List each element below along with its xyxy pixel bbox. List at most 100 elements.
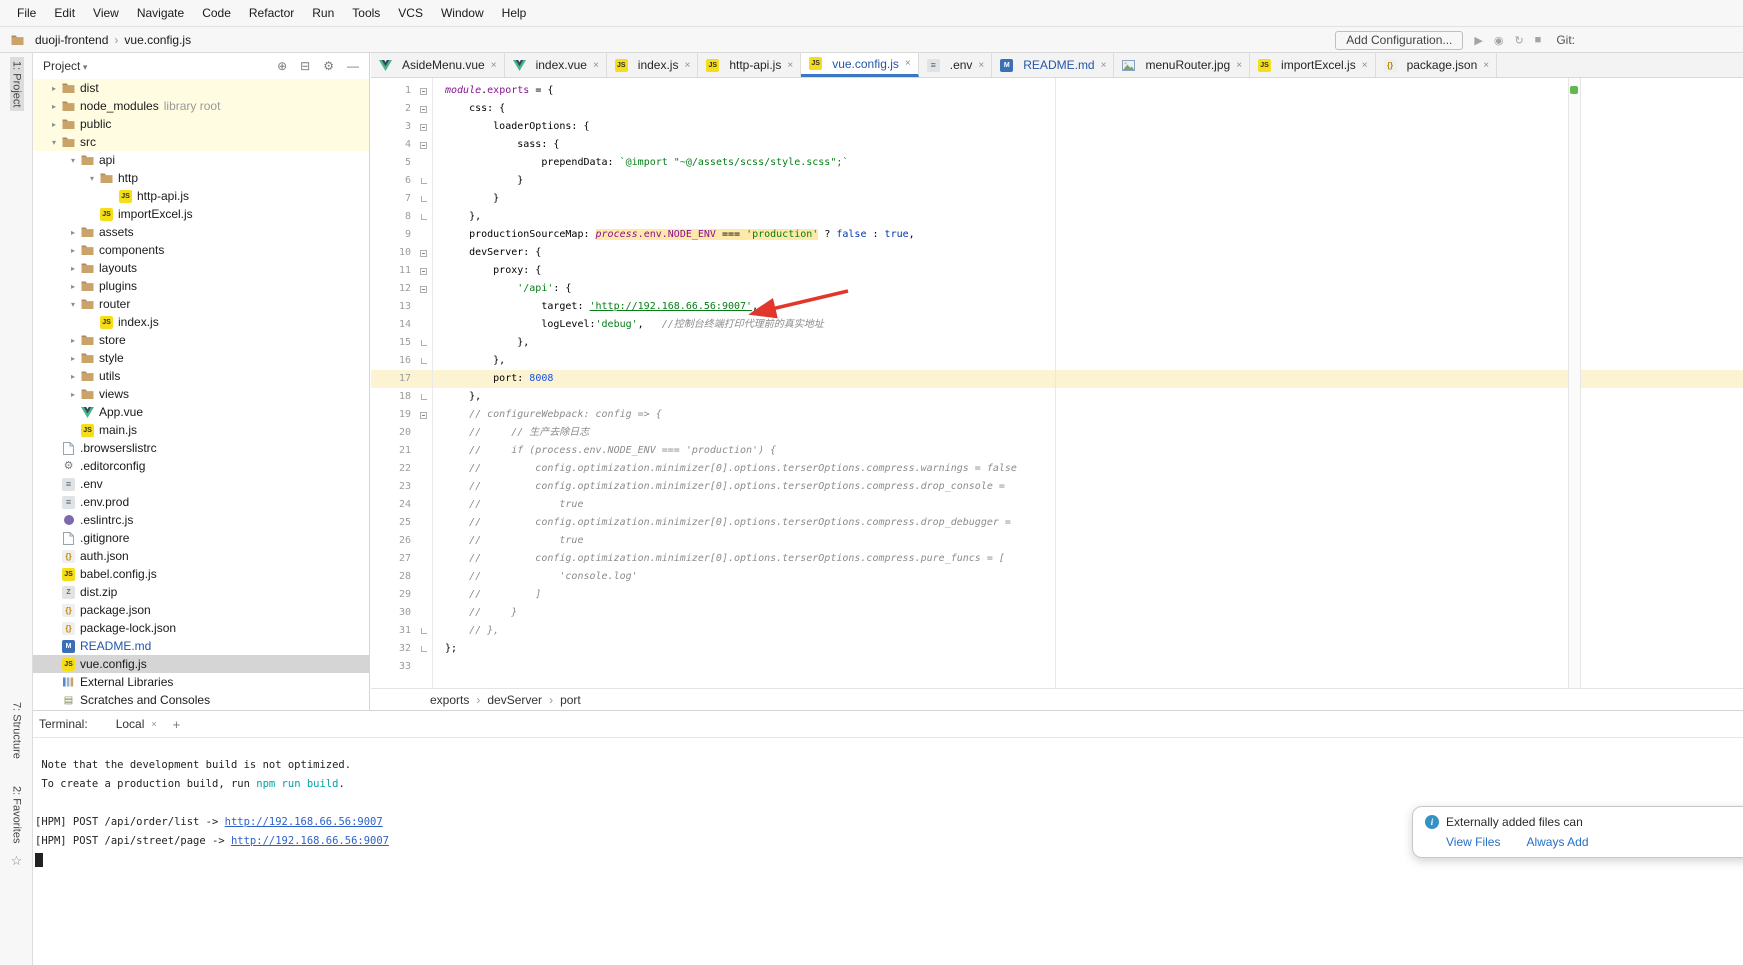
tree-item-store[interactable]: ▸store [33,331,369,349]
code-line-7[interactable]: 7 } [371,190,1743,208]
tree-item-router[interactable]: ▾router [33,295,369,313]
chevron-down-icon[interactable]: ▾ [85,174,99,183]
code-line-16[interactable]: 16 }, [371,352,1743,370]
close-icon[interactable]: × [684,60,690,71]
tree-item-.eslintrc.js[interactable]: .eslintrc.js [33,511,369,529]
breadcrumb-port[interactable]: port [542,693,581,707]
tab-index.js[interactable]: JSindex.js× [607,53,699,77]
tree-item-utils[interactable]: ▸utils [33,367,369,385]
code-line-19[interactable]: 19 // configureWebpack: config => { [371,406,1743,424]
code-line-5[interactable]: 5 prependData: `@import "~@/assets/scss/… [371,154,1743,172]
tree-item-index.js[interactable]: JSindex.js [33,313,369,331]
menu-help[interactable]: Help [493,0,536,26]
tree-item-style[interactable]: ▸style [33,349,369,367]
tree-item-.env[interactable]: ≡.env [33,475,369,493]
code-line-25[interactable]: 25 // config.optimization.minimizer[0].o… [371,514,1743,532]
close-icon[interactable]: × [593,60,599,71]
tree-item-views[interactable]: ▸views [33,385,369,403]
fold-marker[interactable] [415,358,432,364]
code-line-10[interactable]: 10 devServer: { [371,244,1743,262]
code-line-20[interactable]: 20 // // 生产去除日志 [371,424,1743,442]
chevron-right-icon[interactable]: ▸ [66,390,80,399]
tree-item-plugins[interactable]: ▸plugins [33,277,369,295]
breadcrumb-item[interactable]: vue.config.js [114,33,191,47]
code-line-18[interactable]: 18 }, [371,388,1743,406]
fold-marker[interactable] [415,124,432,131]
close-icon[interactable]: × [787,60,793,71]
tree-item-babel.config.js[interactable]: JSbabel.config.js [33,565,369,583]
tree-item-readme.md[interactable]: MREADME.md [33,637,369,655]
close-icon[interactable]: × [1236,60,1242,71]
fold-marker[interactable] [415,250,432,257]
menu-edit[interactable]: Edit [45,0,84,26]
stop-button[interactable]: ■ [1535,34,1542,46]
settings-icon[interactable]: ⚙ [323,59,334,73]
code-line-3[interactable]: 3 loaderOptions: { [371,118,1743,136]
tab-readme.md[interactable]: MREADME.md× [992,53,1114,77]
fold-marker[interactable] [415,628,432,634]
view-files-link[interactable]: View Files [1446,835,1500,849]
code-line-22[interactable]: 22 // config.optimization.minimizer[0].o… [371,460,1743,478]
tree-item-app.vue[interactable]: App.vue [33,403,369,421]
fold-marker[interactable] [415,214,432,220]
tree-item-importexcel.js[interactable]: JSimportExcel.js [33,205,369,223]
tree-item-public[interactable]: ▸public [33,115,369,133]
tree-item-components[interactable]: ▸components [33,241,369,259]
tree-item-package-lock.json[interactable]: {}package-lock.json [33,619,369,637]
fold-marker[interactable] [415,286,432,293]
tree-item-src[interactable]: ▾src [33,133,369,151]
run-button[interactable]: ▶ [1474,34,1482,47]
menu-window[interactable]: Window [432,0,493,26]
code-line-8[interactable]: 8 }, [371,208,1743,226]
code-line-9[interactable]: 9 productionSourceMap: process.env.NODE_… [371,226,1743,244]
code-line-32[interactable]: 32}; [371,640,1743,658]
fold-marker[interactable] [415,88,432,95]
chevron-right-icon[interactable]: ▸ [66,336,80,345]
code-line-31[interactable]: 31 // }, [371,622,1743,640]
collapse-all-icon[interactable]: ⊟ [300,59,310,73]
chevron-right-icon[interactable]: ▸ [47,120,61,129]
chevron-right-icon[interactable]: ▸ [47,84,61,93]
code-line-27[interactable]: 27 // config.optimization.minimizer[0].o… [371,550,1743,568]
chevron-down-icon[interactable]: ▾ [66,300,80,309]
code-line-14[interactable]: 14 logLevel:'debug', //控制台终端打印代理前的真实地址 [371,316,1743,334]
menu-vcs[interactable]: VCS [389,0,432,26]
tree-item-auth.json[interactable]: {}auth.json [33,547,369,565]
code-line-11[interactable]: 11 proxy: { [371,262,1743,280]
code-line-28[interactable]: 28 // 'console.log' [371,568,1743,586]
code-line-30[interactable]: 30 // } [371,604,1743,622]
tree-item-package.json[interactable]: {}package.json [33,601,369,619]
tab-vue.config.js[interactable]: JSvue.config.js× [801,53,919,77]
code-line-29[interactable]: 29 // ] [371,586,1743,604]
close-icon[interactable]: × [1483,60,1489,71]
code-line-26[interactable]: 26 // true [371,532,1743,550]
menu-code[interactable]: Code [193,0,240,26]
tab-.env[interactable]: ≡.env× [919,53,993,77]
tree-item-layouts[interactable]: ▸layouts [33,259,369,277]
terminal-link[interactable]: http://192.168.66.56:9007 [225,816,383,828]
chevron-right-icon[interactable]: ▸ [66,282,80,291]
close-icon[interactable]: × [978,60,984,71]
code-line-1[interactable]: 1module.exports = { [371,82,1743,100]
chevron-right-icon[interactable]: ▸ [66,264,80,273]
tab-importexcel.js[interactable]: JSimportExcel.js× [1250,53,1376,77]
breadcrumb-devserver[interactable]: devServer [469,693,542,707]
menu-view[interactable]: View [84,0,128,26]
close-icon[interactable]: × [1362,60,1368,71]
structure-tool-button[interactable]: 7: Structure [0,698,33,763]
tree-item-http[interactable]: ▾http [33,169,369,187]
chevron-right-icon[interactable]: ▸ [66,372,80,381]
code-line-21[interactable]: 21 // if (process.env.NODE_ENV === 'prod… [371,442,1743,460]
menu-navigate[interactable]: Navigate [128,0,193,26]
menu-refactor[interactable]: Refactor [240,0,303,26]
favorites-tool-button[interactable]: 2: Favorites [0,782,33,847]
close-icon[interactable]: × [151,719,156,729]
tab-http-api.js[interactable]: JShttp-api.js× [698,53,801,77]
fold-marker[interactable] [415,268,432,275]
code-line-2[interactable]: 2 css: { [371,100,1743,118]
menu-run[interactable]: Run [303,0,343,26]
project-view-selector[interactable]: Project [43,59,87,73]
tree-item-api[interactable]: ▾api [33,151,369,169]
tab-asidemenu.vue[interactable]: AsideMenu.vue× [371,53,505,77]
chevron-right-icon[interactable]: ▸ [66,354,80,363]
